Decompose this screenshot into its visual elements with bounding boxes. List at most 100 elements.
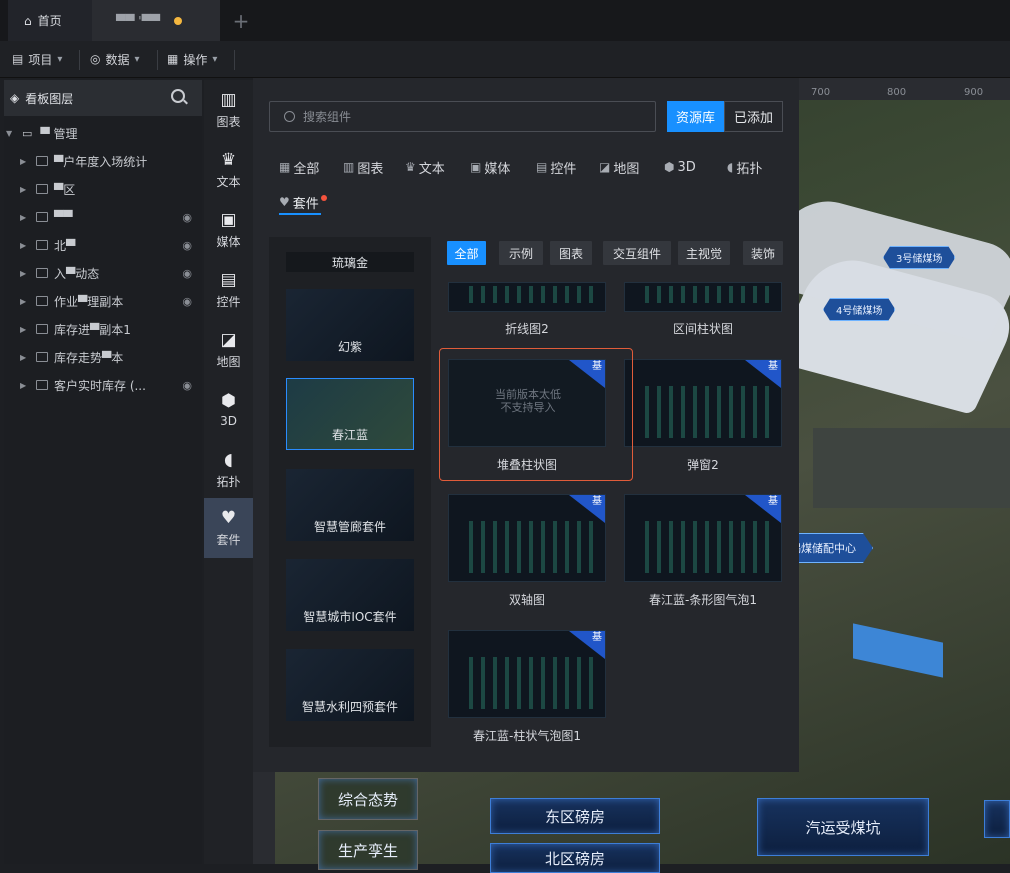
layer-item[interactable]: ▶ 库存走势▀本 [4, 343, 202, 371]
layer-item[interactable]: ▶ 入▀动态 ◉ [4, 259, 202, 287]
kit-card[interactable]: 智慧水利四预套件 [286, 649, 414, 721]
nav-map[interactable]: ◪ 地图 [204, 320, 253, 380]
tab-widget[interactable]: ▤ 控件 [536, 156, 576, 178]
tab-text[interactable]: ♛ 文本 [405, 156, 445, 178]
eye-hidden-icon[interactable]: ◉ [182, 239, 192, 252]
chevron-down-icon: ▾ [212, 53, 218, 65]
search-icon[interactable] [171, 89, 185, 103]
eye-hidden-icon[interactable]: ◉ [182, 295, 192, 308]
add-tab-button[interactable]: + [228, 0, 254, 41]
cube-icon: ⬢ [221, 391, 236, 411]
folder-icon [36, 352, 48, 362]
layers-panel: ◈ 看板图层 ▼ ▭ ▀ 管理 ▶ ▀户年度入场统计 ▶ ▀区 ▶ ▀▀ ◉ ▶ 北▀ ◉ ▶ 入▀动… [4, 80, 202, 864]
topology-icon: ◖ [224, 449, 233, 470]
kit-card[interactable]: 琉璃金 [286, 252, 414, 272]
chart-preview [637, 286, 769, 303]
tab-topology[interactable]: ◖ 拓扑 [727, 156, 762, 178]
widget-icon: ▤ [536, 160, 548, 174]
component-card-label: 春江蓝-条形图气泡1 [649, 593, 757, 607]
component-card-thumbnail[interactable]: 基 [448, 630, 606, 718]
chart-preview [461, 286, 593, 303]
menu-project[interactable]: ▤ 项目 ▾ [4, 41, 70, 77]
folder-icon [36, 268, 48, 278]
folder-icon [36, 156, 48, 166]
menu-bar: ▤ 项目 ▾ ◎ 数据 ▾ ▦ 操作 ▾ [0, 41, 1010, 78]
folder-icon [36, 240, 48, 250]
menu-data[interactable]: ◎ 数据 ▾ [82, 41, 148, 77]
ruler-tick: 700 [811, 87, 831, 98]
tab-map[interactable]: ◪ 地图 [599, 156, 639, 178]
component-card-thumbnail[interactable] [624, 282, 782, 312]
component-card-thumbnail[interactable] [448, 282, 606, 312]
layer-root[interactable]: ▼ ▭ ▀ 管理 [4, 119, 202, 147]
component-card-thumbnail[interactable]: 基 [448, 494, 606, 582]
nav-kit[interactable]: ♥ 套件 [204, 498, 253, 558]
kit-card[interactable]: 智慧城市IOC套件 [286, 559, 414, 631]
component-search-input[interactable]: 搜索组件 [269, 101, 656, 132]
btn-east-scale[interactable]: 东区磅房 [490, 798, 660, 834]
nav-widget[interactable]: ▤ 控件 [204, 260, 253, 320]
filter-chip[interactable]: 交互组件 [603, 241, 671, 265]
menu-divider [234, 50, 235, 70]
tab-bar-chart[interactable]: ▥ 图表 [343, 156, 383, 178]
eye-hidden-icon[interactable]: ◉ [182, 379, 192, 392]
scene-label-coal-4[interactable]: 4号储煤场 [823, 298, 896, 321]
topology-icon: ◖ [727, 160, 734, 174]
map-icon: ◪ [220, 329, 237, 350]
nav-topology[interactable]: ◖ 拓扑 [204, 440, 253, 500]
layer-item[interactable]: ▶ 北▀ ◉ [4, 231, 202, 259]
component-card-label: 双轴图 [508, 593, 545, 607]
tab-kit[interactable]: ♥ 套件 [279, 191, 319, 213]
filter-chip[interactable]: 主视觉 [678, 241, 730, 265]
eye-hidden-icon[interactable]: ◉ [182, 267, 192, 280]
btn-partial[interactable] [984, 800, 1010, 838]
layer-item[interactable]: ▶ ▀区 [4, 175, 202, 203]
horizontal-ruler: 700 800 900 [797, 78, 1010, 100]
btn-production-twin[interactable]: 生产孪生 [318, 830, 418, 870]
tab-media[interactable]: ▣ 媒体 [470, 156, 510, 178]
layer-item[interactable]: ▶ ▀▀ ◉ [4, 203, 202, 231]
btn-overview[interactable]: 综合态势 [318, 778, 418, 820]
base-badge: 基 [569, 631, 605, 659]
chevron-down-icon: ▼ [6, 128, 13, 138]
kit-card[interactable]: 春江蓝 [286, 378, 414, 450]
menu-divider [157, 50, 158, 70]
menu-ops[interactable]: ▦ 操作 ▾ [159, 41, 225, 77]
filter-chip[interactable]: 全部 [447, 241, 486, 265]
grid-icon: ▦ [279, 160, 291, 174]
tab-cube[interactable]: ⬢ 3D [664, 156, 696, 178]
rail-yard [813, 428, 1010, 508]
component-card-thumbnail[interactable]: 基 [624, 494, 782, 582]
nav-cube[interactable]: ⬢ 3D [204, 380, 253, 440]
layer-item[interactable]: ▶ 作业▀理副本 ◉ [4, 287, 202, 315]
kit-card[interactable]: 幻紫 [286, 289, 414, 361]
search-icon [284, 111, 295, 122]
tab-grid[interactable]: ▦ 全部 [279, 156, 319, 178]
tab-home[interactable]: ⌂ 首页 [8, 0, 92, 41]
added-button[interactable]: 已添加 [724, 101, 783, 132]
filter-chip[interactable]: 图表 [550, 241, 592, 265]
filter-chip[interactable]: 示例 [499, 241, 543, 265]
resource-library-button[interactable]: 资源库 [667, 101, 724, 132]
tab-current-project[interactable]: ▀▀ '▀▀ [92, 0, 220, 41]
chevron-right-icon: ▶ [20, 380, 27, 390]
folder-icon [36, 184, 48, 194]
layer-item[interactable]: ▶ 库存进▀副本1 [4, 315, 202, 343]
kit-card[interactable]: 智慧管廊套件 [286, 469, 414, 541]
nav-bar-chart[interactable]: ▥ 图表 [204, 80, 253, 140]
chevron-down-icon: ▾ [134, 53, 140, 65]
btn-truck-coal-pit[interactable]: 汽运受煤坑 [757, 798, 929, 856]
layer-item[interactable]: ▶ 客户实时库存 (... ◉ [4, 371, 202, 399]
kit-icon: ♥ [279, 195, 290, 209]
nav-text[interactable]: ♛ 文本 [204, 140, 253, 200]
layer-item[interactable]: ▶ ▀户年度入场统计 [4, 147, 202, 175]
component-card-thumbnail[interactable]: 基 [624, 359, 782, 447]
component-card-label: 折线图2 [505, 322, 549, 336]
filter-chip[interactable]: 装饰 [743, 241, 783, 265]
scene-label-coal-3[interactable]: 3号储煤场 [883, 246, 956, 269]
btn-north-scale[interactable]: 北区磅房 [490, 843, 660, 873]
eye-hidden-icon[interactable]: ◉ [182, 211, 192, 224]
folder-icon [36, 212, 48, 222]
nav-media[interactable]: ▣ 媒体 [204, 200, 253, 260]
cube-icon: ⬢ [664, 160, 675, 174]
